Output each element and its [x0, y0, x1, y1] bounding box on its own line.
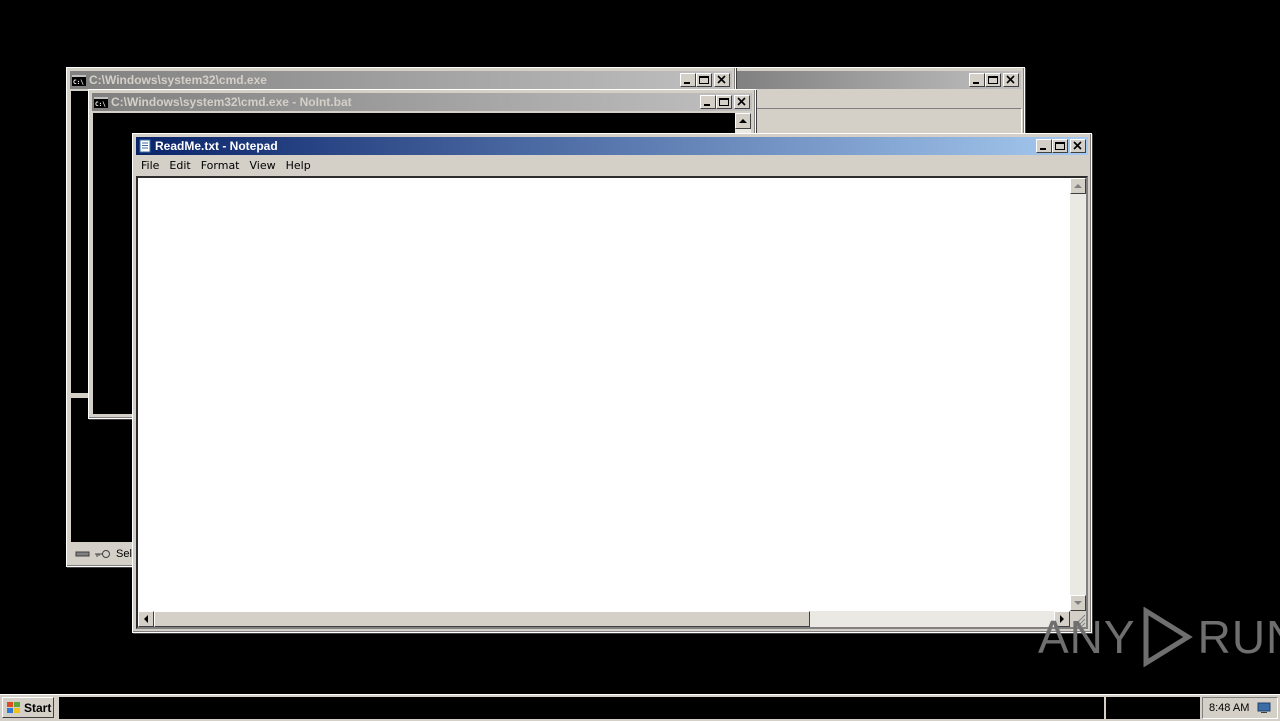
minimize-button[interactable] [700, 95, 716, 109]
minimize-icon [973, 82, 979, 84]
system-tray: 8:48 AM [1202, 697, 1278, 719]
play-logo-icon [1143, 607, 1193, 667]
windows-logo-icon [7, 701, 20, 713]
minimize-icon [704, 104, 710, 106]
notepad-menubar: File Edit Format View Help [136, 156, 1088, 175]
cmd-window-title: C:\Windows\system32\cmd.exe [89, 73, 267, 87]
horizontal-scroll-thumb[interactable] [154, 611, 810, 627]
scroll-up-button[interactable] [735, 113, 751, 129]
cmd-noint-titlebar[interactable]: C:\ C:\Windows\system32\cmd.exe - NoInt.… [92, 93, 752, 111]
scroll-up-button[interactable] [1070, 178, 1086, 194]
notepad-text-area[interactable] [136, 176, 1088, 629]
console-icon: C:\ [94, 96, 108, 108]
maximize-button[interactable] [716, 95, 732, 109]
minimize-icon [684, 82, 690, 84]
background-window-controls [969, 73, 1019, 87]
close-button[interactable] [1003, 73, 1019, 87]
start-button[interactable]: Start [2, 697, 54, 718]
svg-text:C:\: C:\ [73, 79, 84, 86]
scroll-left-button[interactable] [138, 611, 154, 627]
taskbar-buttons-area[interactable] [59, 697, 1104, 719]
close-icon [737, 97, 746, 106]
maximize-button[interactable] [1052, 139, 1068, 153]
cmd-window-titlebar[interactable]: C:\ C:\Windows\system32\cmd.exe [70, 71, 732, 89]
notepad-controls [1036, 139, 1086, 153]
taskbar-extra-area [1106, 697, 1200, 719]
keyboard-icon [75, 551, 90, 557]
notepad-horizontal-scrollbar[interactable] [138, 611, 1070, 627]
watermark: ANY RUN [1038, 607, 1280, 667]
cmd-noint-title: C:\Windows\system32\cmd.exe - NoInt.bat [111, 95, 352, 109]
taskbar: Start 8:48 AM [0, 694, 1280, 721]
close-icon [1073, 141, 1082, 150]
notepad-title: ReadMe.txt - Notepad [155, 139, 278, 153]
console-icon: C:\ [72, 74, 86, 86]
cmd-noint-controls [700, 95, 750, 109]
notepad-text-content [140, 180, 1066, 607]
maximize-button[interactable] [985, 73, 1001, 87]
close-button[interactable] [734, 95, 750, 109]
menu-help[interactable]: Help [281, 159, 316, 172]
maximize-icon [719, 98, 729, 106]
clock[interactable]: 8:48 AM [1209, 702, 1249, 714]
notepad-window[interactable]: ReadMe.txt - Notepad File Edit Format Vi… [132, 133, 1092, 633]
maximize-button[interactable] [696, 73, 712, 87]
menu-file[interactable]: File [136, 159, 164, 172]
notepad-vertical-scrollbar[interactable] [1070, 178, 1086, 611]
watermark-left: ANY [1038, 611, 1136, 663]
minimize-icon [1040, 148, 1046, 150]
maximize-icon [988, 76, 998, 84]
menu-format[interactable]: Format [196, 159, 245, 172]
cmd-window-controls [680, 73, 730, 87]
notepad-icon [139, 139, 151, 153]
arrow-up-icon [739, 119, 747, 123]
key-icon [95, 550, 110, 558]
background-window-titlebar[interactable] [736, 71, 1021, 89]
menu-view[interactable]: View [245, 159, 281, 172]
minimize-button[interactable] [1036, 139, 1052, 153]
network-icon[interactable] [1257, 702, 1271, 714]
maximize-icon [699, 76, 709, 84]
minimize-button[interactable] [969, 73, 985, 87]
maximize-icon [1055, 142, 1065, 150]
close-icon [1006, 75, 1015, 84]
arrow-up-icon [1074, 184, 1082, 188]
menu-edit[interactable]: Edit [164, 159, 195, 172]
notepad-titlebar[interactable]: ReadMe.txt - Notepad [136, 137, 1088, 155]
svg-text:C:\: C:\ [95, 101, 106, 108]
watermark-right: RUN [1197, 611, 1280, 663]
minimize-button[interactable] [680, 73, 696, 87]
start-label: Start [24, 700, 52, 715]
close-button[interactable] [1070, 139, 1086, 153]
arrow-left-icon [144, 615, 148, 623]
background-window[interactable] [732, 67, 1025, 140]
close-icon [717, 75, 726, 84]
close-button[interactable] [714, 73, 730, 87]
